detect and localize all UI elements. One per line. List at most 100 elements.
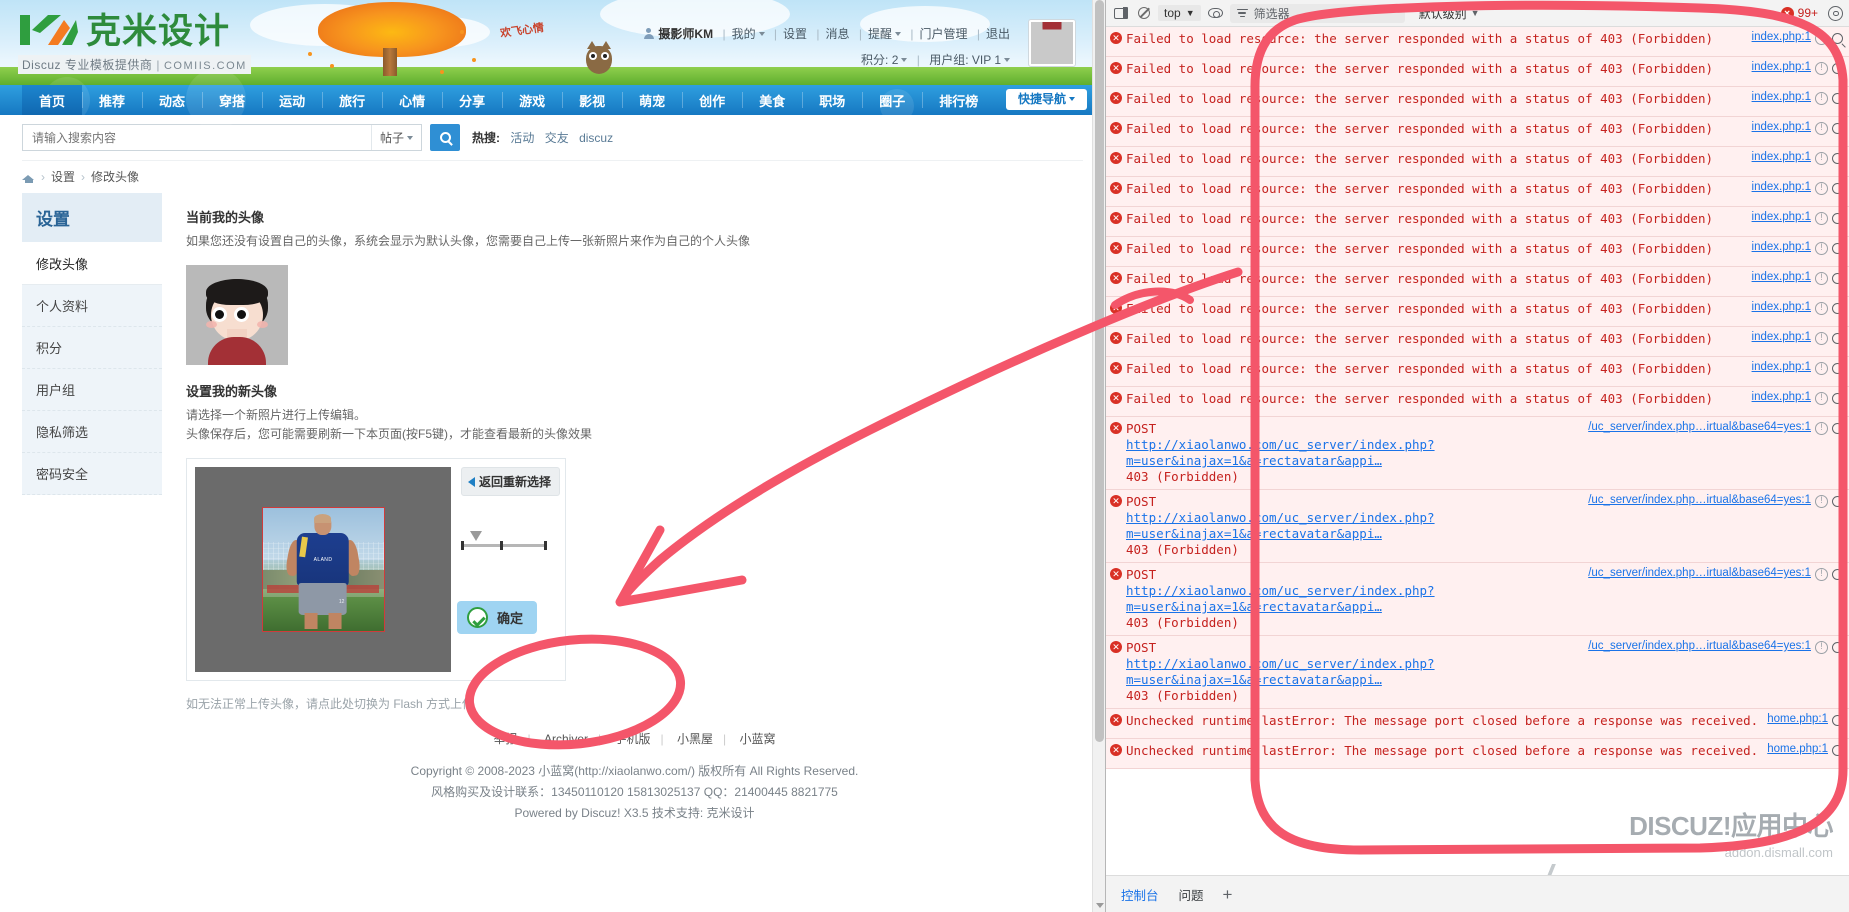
- console-row[interactable]: ✕ Failed to load resource: the server re…: [1106, 147, 1849, 177]
- log-source-link[interactable]: index.php:1: [1752, 271, 1811, 283]
- console-row[interactable]: ✕ Failed to load resource: the server re…: [1106, 57, 1849, 87]
- info-icon[interactable]: [1815, 182, 1828, 195]
- info-icon[interactable]: [1815, 362, 1828, 375]
- log-source-link[interactable]: /uc_server/index.php…irtual&base64=yes:1: [1588, 421, 1811, 433]
- breadcrumb-settings[interactable]: 设置: [51, 168, 75, 185]
- sidebar-item-privacy[interactable]: 隐私筛选: [22, 411, 162, 453]
- quick-nav-button[interactable]: 快捷导航: [1006, 89, 1087, 110]
- info-icon[interactable]: [1815, 392, 1828, 405]
- nav-item-circle[interactable]: 圈子: [862, 85, 922, 115]
- console-row[interactable]: ✕ Unchecked runtime.lastError: The messa…: [1106, 739, 1849, 769]
- nav-item-recommend[interactable]: 推荐: [82, 85, 142, 115]
- console-row[interactable]: ✕ Failed to load resource: the server re…: [1106, 207, 1849, 237]
- clear-console-icon[interactable]: [1135, 5, 1152, 22]
- uploaded-photo[interactable]: ALAND 12: [262, 507, 385, 632]
- confirm-button[interactable]: 确定: [457, 601, 537, 634]
- tab-console[interactable]: 控制台: [1120, 882, 1160, 907]
- log-source-link[interactable]: index.php:1: [1752, 241, 1811, 253]
- hot-term-0[interactable]: 活动: [510, 131, 534, 145]
- info-icon[interactable]: [1815, 332, 1828, 345]
- console-row[interactable]: ✕ Failed to load resource: the server re…: [1106, 87, 1849, 117]
- nav-item-pets[interactable]: 萌宠: [622, 85, 682, 115]
- console-row[interactable]: ✕ Unchecked runtime.lastError: The messa…: [1106, 709, 1849, 739]
- log-level-select[interactable]: 默认级别 ▼: [1419, 5, 1480, 22]
- breadcrumb-edit-avatar[interactable]: 修改头像: [91, 168, 139, 185]
- console-row[interactable]: ✕ Failed to load resource: the server re…: [1106, 297, 1849, 327]
- footer-link-report[interactable]: 举报: [494, 732, 518, 746]
- add-tab-icon[interactable]: +: [1223, 886, 1233, 903]
- info-icon[interactable]: [1815, 62, 1828, 75]
- search-icon[interactable]: [1832, 213, 1843, 224]
- hot-term-2[interactable]: discuz: [579, 131, 613, 145]
- info-icon[interactable]: [1815, 302, 1828, 315]
- nav-link-portal-admin[interactable]: 门户管理: [920, 27, 968, 41]
- search-input[interactable]: [23, 125, 371, 150]
- console-filter-input[interactable]: 筛选器: [1230, 4, 1405, 23]
- nav-item-share[interactable]: 分享: [442, 85, 502, 115]
- search-icon[interactable]: [1832, 569, 1843, 580]
- info-icon[interactable]: [1815, 495, 1828, 508]
- footer-link-blacklist[interactable]: 小黑屋: [677, 732, 713, 746]
- home-icon[interactable]: [22, 171, 35, 183]
- nav-item-dynamic[interactable]: 动态: [142, 85, 202, 115]
- info-icon[interactable]: [1815, 212, 1828, 225]
- log-source-link[interactable]: index.php:1: [1752, 361, 1811, 373]
- avatar-crop-stage[interactable]: ALAND 12: [195, 467, 451, 672]
- nav-item-sports[interactable]: 运动: [262, 85, 322, 115]
- log-source-link[interactable]: index.php:1: [1752, 181, 1811, 193]
- search-icon[interactable]: [1832, 423, 1843, 434]
- log-source-link[interactable]: index.php:1: [1752, 301, 1811, 313]
- search-icon[interactable]: [1832, 243, 1843, 254]
- nav-item-ranking[interactable]: 排行榜: [922, 85, 995, 115]
- nav-item-home[interactable]: 首页: [22, 85, 82, 115]
- search-icon[interactable]: [1832, 123, 1843, 134]
- info-icon[interactable]: [1815, 122, 1828, 135]
- nav-item-outfit[interactable]: 穿搭: [202, 85, 262, 115]
- log-source-link[interactable]: home.php:1: [1767, 743, 1828, 755]
- log-source-link[interactable]: index.php:1: [1752, 61, 1811, 73]
- search-icon[interactable]: [1832, 333, 1843, 344]
- info-icon[interactable]: [1815, 32, 1828, 45]
- search-icon[interactable]: [1832, 393, 1843, 404]
- page-scrollbar[interactable]: [1092, 0, 1105, 912]
- search-icon[interactable]: [1832, 183, 1843, 194]
- console-row[interactable]: ✕ Failed to load resource: the server re…: [1106, 357, 1849, 387]
- nav-item-film[interactable]: 影视: [562, 85, 622, 115]
- slider-handle[interactable]: [470, 531, 482, 541]
- gear-icon[interactable]: [1828, 6, 1843, 21]
- footer-link-xiaolanwo[interactable]: 小蓝窝: [739, 732, 775, 746]
- post-url[interactable]: http://xiaolanwo.com/uc_server/index.php…: [1126, 656, 1435, 687]
- search-icon[interactable]: [1832, 363, 1843, 374]
- tab-issues[interactable]: 问题: [1178, 882, 1205, 907]
- console-row[interactable]: ✕ Failed to load resource: the server re…: [1106, 327, 1849, 357]
- search-type-select[interactable]: 帖子: [371, 125, 421, 150]
- console-log-list[interactable]: ✕ Failed to load resource: the server re…: [1106, 27, 1849, 875]
- console-row[interactable]: ✕ Failed to load resource: the server re…: [1106, 237, 1849, 267]
- sidebar-item-points[interactable]: 积分: [22, 327, 162, 369]
- nav-item-mood[interactable]: 心情: [382, 85, 442, 115]
- live-expression-icon[interactable]: [1207, 5, 1224, 22]
- scrollbar-thumb[interactable]: [1095, 0, 1104, 742]
- nav-link-settings[interactable]: 设置: [783, 27, 807, 41]
- search-icon[interactable]: [1832, 496, 1843, 507]
- search-icon[interactable]: [1832, 33, 1843, 44]
- console-row-post[interactable]: ✕ POSThttp://xiaolanwo.com/uc_server/ind…: [1106, 417, 1849, 490]
- log-source-link[interactable]: index.php:1: [1752, 391, 1811, 403]
- nav-item-food[interactable]: 美食: [742, 85, 802, 115]
- log-source-link[interactable]: index.php:1: [1752, 211, 1811, 223]
- sidebar-item-usergroup[interactable]: 用户组: [22, 369, 162, 411]
- search-icon[interactable]: [1832, 642, 1843, 653]
- nav-link-notices[interactable]: 提醒: [868, 27, 892, 41]
- nav-item-career[interactable]: 职场: [802, 85, 862, 115]
- console-row[interactable]: ✕ Failed to load resource: the server re…: [1106, 387, 1849, 417]
- info-icon[interactable]: [1815, 422, 1828, 435]
- usergroup-label[interactable]: 用户组: VIP 1: [929, 53, 1001, 67]
- console-row[interactable]: ✕ Failed to load resource: the server re…: [1106, 117, 1849, 147]
- info-icon[interactable]: [1815, 272, 1828, 285]
- search-icon[interactable]: [1832, 93, 1843, 104]
- console-row-post[interactable]: ✕ POSThttp://xiaolanwo.com/uc_server/ind…: [1106, 563, 1849, 636]
- nav-item-create[interactable]: 创作: [682, 85, 742, 115]
- execution-context-select[interactable]: top ▼: [1158, 5, 1201, 21]
- log-source-link[interactable]: home.php:1: [1767, 713, 1828, 725]
- error-count-badge[interactable]: 99+: [1781, 6, 1818, 20]
